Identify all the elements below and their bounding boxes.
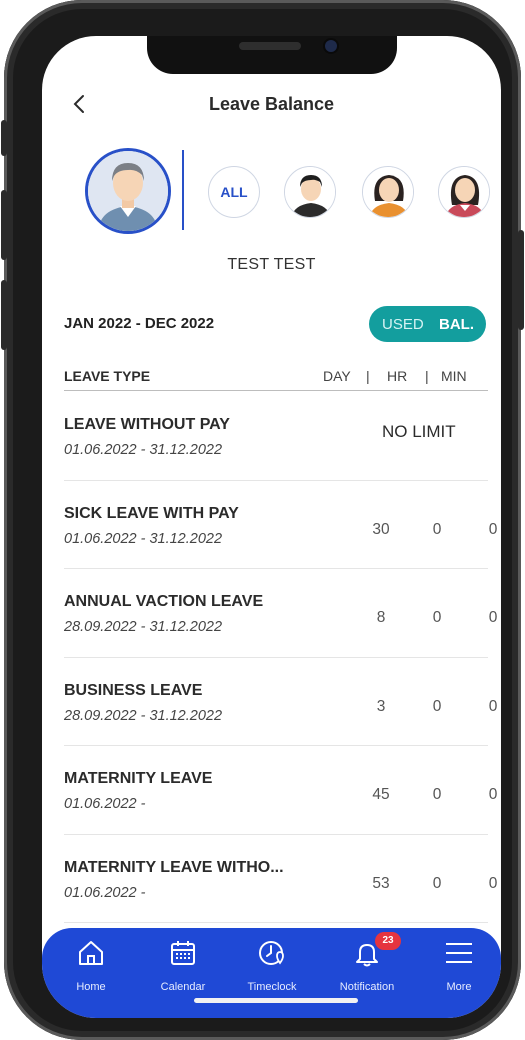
leave-type-name: MATERNITY LEAVE xyxy=(64,770,213,787)
avatar-selected[interactable] xyxy=(85,148,171,234)
table-row[interactable]: MATERNITY LEAVE WITHO... 01.06.2022 - 53… xyxy=(64,835,497,923)
timeclock-icon xyxy=(259,941,284,965)
front-camera xyxy=(325,40,337,52)
all-label: ALL xyxy=(220,184,248,200)
nav-home-label: Home xyxy=(76,981,106,993)
leave-list: LEAVE WITHOUT PAY 01.06.2022 - 31.12.202… xyxy=(64,392,497,923)
table-row[interactable]: LEAVE WITHOUT PAY 01.06.2022 - 31.12.202… xyxy=(64,392,488,481)
table-row[interactable]: BUSINESS LEAVE 28.09.2022 - 31.12.2022 3… xyxy=(64,658,497,746)
day-value: 53 xyxy=(372,874,390,892)
nav-notification-label: Notification xyxy=(339,981,395,993)
used-balance-toggle[interactable]: USED BAL. xyxy=(369,306,486,342)
screen: Leave Balance ALL TEST TEST JAN 2022 - D… xyxy=(42,36,501,1018)
header: Leave Balance xyxy=(42,84,501,124)
home-icon xyxy=(79,941,103,965)
leave-period: 28.09.2022 - 31.12.2022 xyxy=(64,619,223,635)
day-value: 8 xyxy=(376,609,386,626)
column-hr: HR xyxy=(387,368,408,384)
menu-icon xyxy=(446,943,472,963)
speaker-grille xyxy=(239,42,301,50)
user-male-icon xyxy=(88,151,168,231)
user-female-icon xyxy=(363,167,413,217)
notification-badge: 23 xyxy=(375,932,401,950)
leave-type-name: LEAVE WITHOUT PAY xyxy=(64,416,230,433)
min-value: 0 xyxy=(488,786,498,803)
home-indicator[interactable] xyxy=(194,998,358,1003)
hr-value: 0 xyxy=(432,609,442,626)
hr-value: 0 xyxy=(432,520,442,538)
leave-type-name: ANNUAL VACTION LEAVE xyxy=(64,593,264,610)
leave-period: 01.06.2022 - xyxy=(64,796,146,812)
avatar-employee-2[interactable] xyxy=(362,166,414,218)
table-row[interactable]: MATERNITY LEAVE 01.06.2022 - 45 0 0 xyxy=(64,746,497,835)
leave-period: 01.06.2022 - xyxy=(64,884,146,901)
leave-period: 28.09.2022 - 31.12.2022 xyxy=(64,707,223,724)
day-value: 30 xyxy=(372,520,390,538)
day-value: 3 xyxy=(376,697,386,715)
user-male-icon xyxy=(285,167,335,217)
min-value: 0 xyxy=(488,874,498,892)
mute-switch xyxy=(1,120,7,156)
leave-type-name: MATERNITY LEAVE WITHO... xyxy=(64,858,284,876)
min-value: 0 xyxy=(488,697,498,715)
phone-frame: Leave Balance ALL TEST TEST JAN 2022 - D… xyxy=(1,0,524,1040)
nav-more[interactable]: More xyxy=(419,938,499,1002)
leave-type-name: SICK LEAVE WITH PAY xyxy=(64,504,239,522)
nav-notification[interactable]: 23 Notification xyxy=(327,932,407,1002)
avatar-employee-1[interactable] xyxy=(284,166,336,218)
hr-value: 0 xyxy=(432,697,442,715)
day-value: 45 xyxy=(372,786,390,803)
table-row[interactable]: SICK LEAVE WITH PAY 01.06.2022 - 31.12.2… xyxy=(64,481,497,569)
avatar-divider xyxy=(182,150,184,230)
min-value: 0 xyxy=(488,520,498,538)
nav-calendar-label: Calendar xyxy=(160,981,206,993)
column-separator: | xyxy=(366,368,370,384)
volume-up-button xyxy=(1,190,7,260)
hr-value: 0 xyxy=(432,874,442,892)
nav-calendar[interactable]: Calendar xyxy=(143,938,223,1002)
no-limit-label: NO LIMIT xyxy=(382,422,456,441)
bottom-navigation: Home Calendar Timeclock 23 Notification … xyxy=(42,928,501,1018)
leave-period: 01.06.2022 - 31.12.2022 xyxy=(64,442,223,458)
volume-down-button xyxy=(1,280,7,350)
nav-timeclock-label: Timeclock xyxy=(247,981,297,993)
nav-timeclock[interactable]: Timeclock xyxy=(232,938,312,1002)
page-title: Leave Balance xyxy=(208,94,335,114)
avatar-all-button[interactable]: ALL xyxy=(208,166,260,218)
min-value: 0 xyxy=(488,609,498,626)
avatar-employee-3[interactable] xyxy=(438,166,490,218)
user-female-icon xyxy=(439,167,489,217)
hr-value: 0 xyxy=(432,786,442,803)
toggle-used-option[interactable]: USED xyxy=(382,316,424,333)
column-separator: | xyxy=(425,368,429,384)
column-min: MIN xyxy=(441,368,467,384)
period-range: JAN 2022 - DEC 2022 xyxy=(64,315,215,332)
header-divider xyxy=(64,390,488,391)
leave-period: 01.06.2022 - 31.12.2022 xyxy=(64,530,223,547)
calendar-icon xyxy=(171,941,195,965)
nav-home[interactable]: Home xyxy=(51,938,131,1002)
nav-more-label: More xyxy=(446,981,472,993)
table-header: LEAVE TYPE DAY | HR | MIN xyxy=(64,366,488,390)
column-leave-type: LEAVE TYPE xyxy=(64,368,151,384)
notch xyxy=(147,36,397,74)
toggle-balance-option[interactable]: BAL. xyxy=(439,316,474,333)
table-row[interactable]: ANNUAL VACTION LEAVE 28.09.2022 - 31.12.… xyxy=(64,569,497,658)
power-button xyxy=(518,230,524,330)
employee-name: TEST TEST xyxy=(227,256,316,273)
employee-selector: ALL xyxy=(42,144,501,236)
leave-type-name: BUSINESS LEAVE xyxy=(64,681,203,699)
column-day: DAY xyxy=(323,368,351,384)
